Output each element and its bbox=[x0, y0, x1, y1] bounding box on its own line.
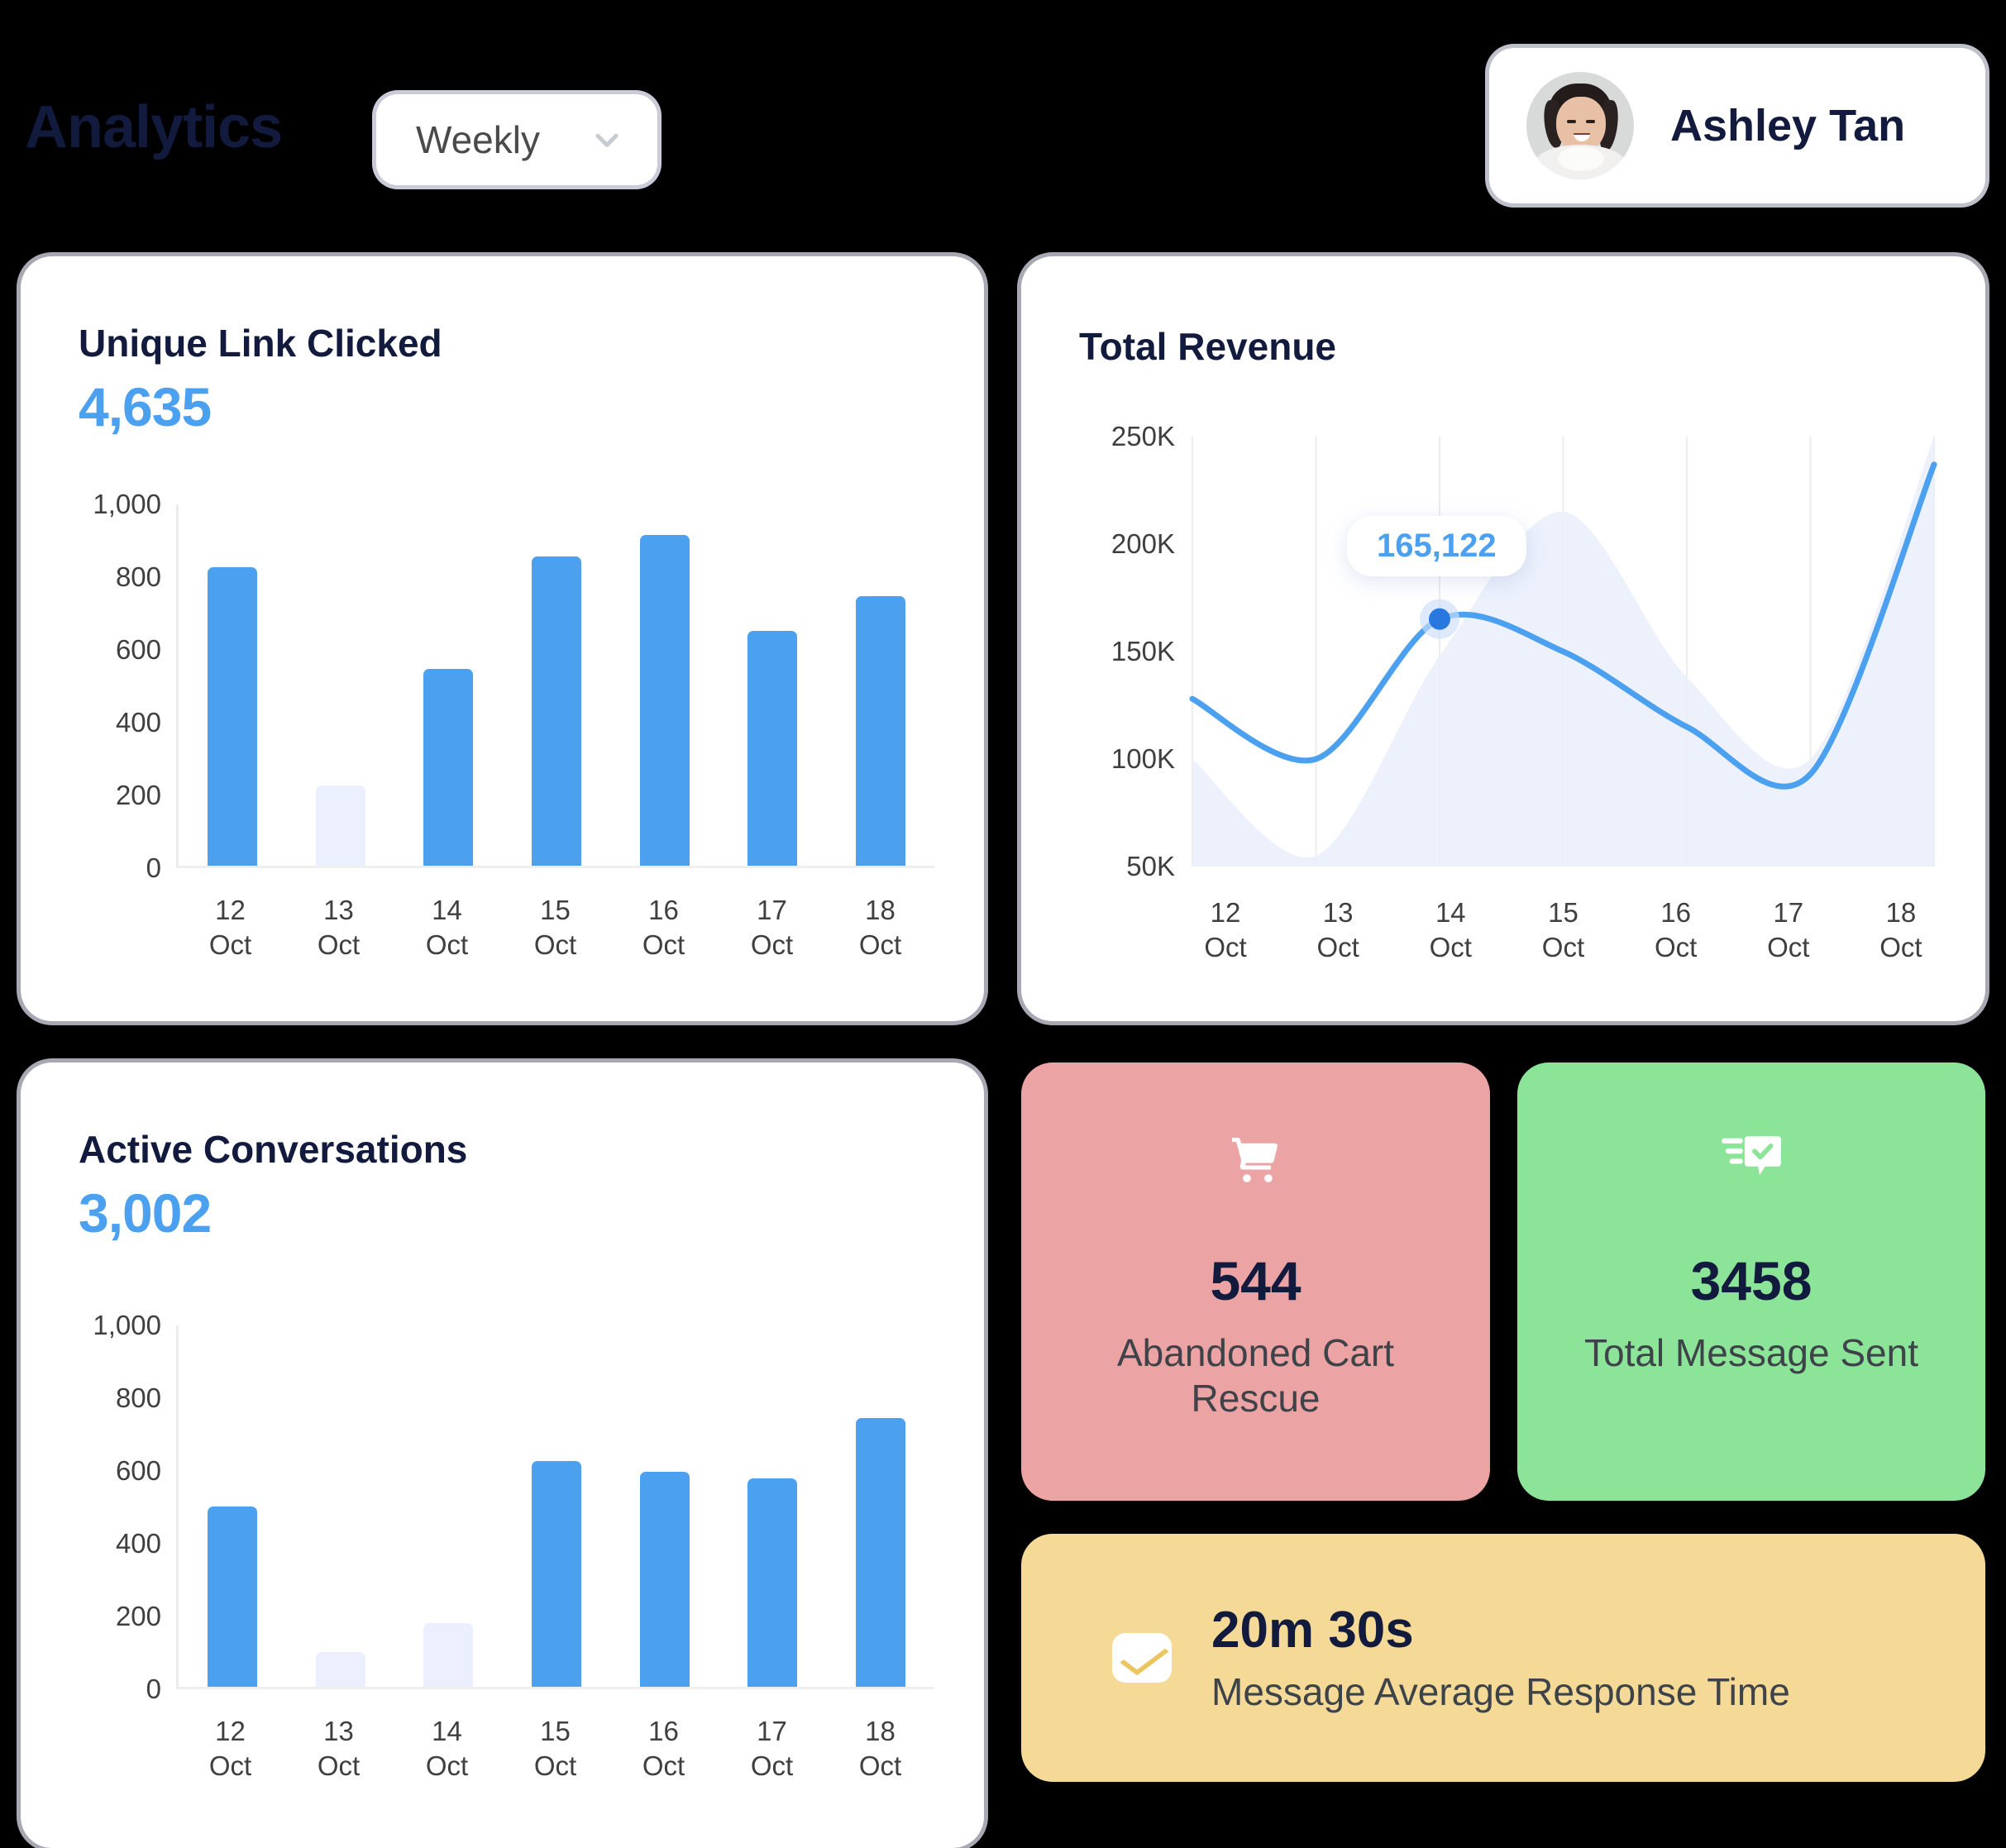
bar[interactable] bbox=[315, 786, 365, 866]
bar[interactable] bbox=[208, 1507, 258, 1687]
total-revenue-area-chart: 50K 100K 150K 200K 250K 165,122 12 Oct 13 Oct 14… bbox=[1072, 421, 1937, 962]
card-title: Active Conversations bbox=[79, 1128, 468, 1171]
card-title: Total Revenue bbox=[1079, 325, 1336, 368]
bar[interactable] bbox=[423, 669, 474, 866]
message-avg-response-time-card[interactable]: 20m 30s Message Average Response Time bbox=[1021, 1534, 1985, 1782]
total-message-sent-card[interactable]: 3458 Total Message Sent bbox=[1517, 1062, 1985, 1501]
card-value: 4,635 bbox=[79, 376, 212, 437]
unique-link-clicked-card: Unique Link Clicked 4,635 0 200 400 600 800 1… bbox=[21, 256, 984, 1021]
x-axis-labels: 12 Oct 13 Oct 14 Oct 15 Oct 16 Oct 17 Oct 18 Oct bbox=[176, 893, 934, 962]
x-axis-labels: 12 Oct 13 Oct 14 Oct 15 Oct 16 Oct 17 Oct 18 Oct bbox=[1192, 895, 1934, 965]
x-axis-tick: 14 Oct bbox=[425, 895, 469, 961]
y-axis-labels: 50K 100K 150K 200K 250K bbox=[1072, 421, 1180, 881]
kpi-value: 20m 30s bbox=[1211, 1601, 1414, 1659]
y-axis-labels: 0 200 400 600 800 1,000 bbox=[79, 489, 170, 883]
y-axis-tick: 600 bbox=[115, 634, 161, 665]
x-axis-tick: 13 Oct bbox=[317, 1716, 361, 1782]
unique-link-bar-chart: 0 200 400 600 800 1,000 12 Oct 13 Oct 14 Oct 15 Oct 1… bbox=[79, 489, 934, 960]
y-axis-labels: 0 200 400 600 800 1,000 bbox=[79, 1310, 170, 1704]
active-conversations-card: Active Conversations 3,002 0 200 400 600 800… bbox=[21, 1062, 984, 1848]
y-axis-tick: 200 bbox=[115, 1601, 161, 1631]
y-axis-tick: 200K bbox=[1110, 528, 1175, 559]
x-axis-tick: 12 Oct bbox=[208, 895, 252, 961]
kpi-value: 544 bbox=[1210, 1250, 1302, 1311]
bar[interactable] bbox=[747, 631, 798, 866]
card-title: Unique Link Clicked bbox=[79, 322, 442, 365]
bar[interactable] bbox=[639, 1471, 690, 1687]
data-point-marker[interactable] bbox=[1429, 608, 1450, 630]
x-axis-tick: 14 Oct bbox=[1429, 897, 1472, 963]
y-axis-tick: 0 bbox=[146, 852, 161, 883]
y-axis-tick: 1,000 bbox=[93, 1310, 161, 1340]
x-axis-tick: 12 Oct bbox=[208, 1716, 252, 1782]
x-axis-tick: 16 Oct bbox=[642, 1716, 685, 1782]
card-header: Unique Link Clicked 4,635 bbox=[21, 256, 984, 438]
x-axis-tick: 18 Oct bbox=[1879, 897, 1922, 963]
y-axis-tick: 150K bbox=[1110, 636, 1175, 666]
y-axis-tick: 100K bbox=[1110, 743, 1175, 774]
message-sent-icon bbox=[1719, 1129, 1784, 1191]
bar-plot-area bbox=[176, 504, 934, 868]
x-axis-tick: 12 Oct bbox=[1204, 897, 1247, 963]
y-axis-tick: 250K bbox=[1110, 421, 1175, 451]
page-header: Analytics Weekly Ashley Tan bbox=[0, 0, 2006, 223]
x-axis-tick: 13 Oct bbox=[317, 895, 361, 961]
bar-plot-area bbox=[176, 1325, 934, 1689]
y-axis-tick: 50K bbox=[1126, 851, 1175, 881]
card-header: Total Revenue bbox=[1021, 256, 1985, 369]
chevron-down-icon bbox=[591, 124, 623, 155]
x-axis-tick: 17 Oct bbox=[750, 1716, 794, 1782]
kpi-text-block: 20m 30s Message Average Response Time bbox=[1211, 1601, 1790, 1715]
x-axis-tick: 18 Oct bbox=[858, 895, 902, 961]
y-axis-tick: 200 bbox=[115, 780, 161, 810]
x-axis-tick: 17 Oct bbox=[750, 895, 794, 961]
period-select-label: Weekly bbox=[416, 118, 540, 161]
x-axis-tick: 17 Oct bbox=[1767, 897, 1810, 963]
bar[interactable] bbox=[315, 1652, 365, 1687]
x-axis-tick: 14 Oct bbox=[425, 1716, 469, 1782]
bar[interactable] bbox=[855, 1418, 905, 1687]
x-axis-tick: 15 Oct bbox=[533, 895, 577, 961]
user-name: Ashley Tan bbox=[1670, 101, 1906, 150]
bar[interactable] bbox=[423, 1623, 474, 1687]
revenue-tooltip: 165,122 bbox=[1347, 515, 1526, 576]
y-axis-tick: 600 bbox=[115, 1455, 161, 1486]
total-revenue-card: Total Revenue 50K 100K 150K 200K 250K 165,12… bbox=[1021, 256, 1985, 1021]
x-axis-tick: 16 Oct bbox=[1654, 897, 1698, 963]
abandoned-cart-rescue-card[interactable]: 544 Abandoned Cart Rescue bbox=[1021, 1062, 1490, 1501]
y-axis-tick: 800 bbox=[115, 561, 161, 592]
y-axis-tick: 0 bbox=[146, 1674, 161, 1704]
x-axis-tick: 15 Oct bbox=[533, 1716, 577, 1782]
mail-icon bbox=[1112, 1633, 1172, 1683]
kpi-value: 3458 bbox=[1690, 1250, 1813, 1311]
kpi-label: Total Message Sent bbox=[1583, 1331, 1918, 1374]
y-axis-tick: 800 bbox=[115, 1382, 161, 1413]
analytics-dashboard: Analytics Weekly Ashley Tan Unique Link … bbox=[0, 0, 2006, 1848]
bar[interactable] bbox=[855, 596, 905, 866]
shopping-cart-icon bbox=[1226, 1129, 1286, 1191]
card-value: 3,002 bbox=[79, 1182, 212, 1244]
kpi-label: Abandoned Cart Rescue bbox=[1116, 1331, 1395, 1421]
x-axis-tick: 18 Oct bbox=[858, 1716, 902, 1782]
y-axis-tick: 400 bbox=[115, 707, 161, 738]
bar[interactable] bbox=[531, 556, 581, 866]
bar[interactable] bbox=[747, 1478, 798, 1687]
kpi-label: Message Average Response Time bbox=[1211, 1669, 1790, 1713]
x-axis-tick: 13 Oct bbox=[1316, 897, 1359, 963]
y-axis-tick: 400 bbox=[115, 1528, 161, 1559]
x-axis-labels: 12 Oct 13 Oct 14 Oct 15 Oct 16 Oct 17 Oct 18 Oct bbox=[176, 1714, 934, 1784]
card-header: Active Conversations 3,002 bbox=[21, 1062, 984, 1244]
bar[interactable] bbox=[639, 534, 690, 866]
revenue-plot-area bbox=[1189, 437, 1937, 867]
user-profile-card[interactable]: Ashley Tan bbox=[1489, 48, 1985, 203]
active-conversations-bar-chart: 0 200 400 600 800 1,000 12 Oct 13 Oct 14 Oct 15 Oct 1… bbox=[79, 1310, 934, 1781]
bar[interactable] bbox=[208, 567, 258, 866]
y-axis-tick: 1,000 bbox=[93, 489, 161, 519]
page-title: Analytics bbox=[25, 94, 283, 160]
x-axis-tick: 16 Oct bbox=[642, 895, 685, 961]
avatar bbox=[1526, 72, 1634, 179]
x-axis-tick: 15 Oct bbox=[1541, 897, 1585, 963]
bar[interactable] bbox=[531, 1461, 581, 1687]
period-select-dropdown[interactable]: Weekly bbox=[376, 94, 657, 185]
